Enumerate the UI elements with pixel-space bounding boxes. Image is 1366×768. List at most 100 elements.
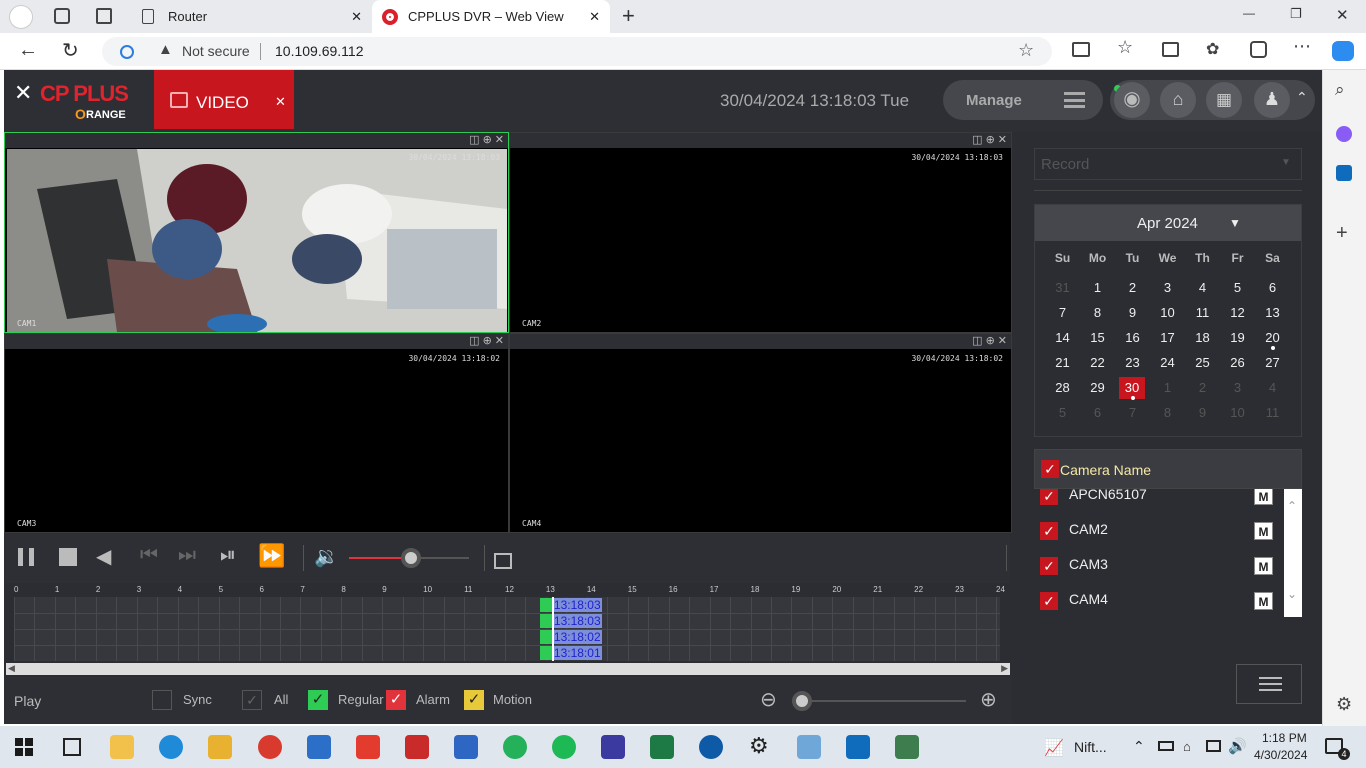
list-view-button[interactable] <box>1236 664 1302 704</box>
chrome-icon[interactable] <box>258 735 282 759</box>
close-tab-icon[interactable]: ✕ <box>589 9 600 25</box>
tab-router[interactable]: Router ✕ <box>130 0 370 33</box>
spotify-icon[interactable] <box>552 735 576 759</box>
user-icon[interactable]: ♟ <box>1254 82 1290 118</box>
url-field[interactable]: ▲ Not secure 10.109.69.112 ☆ <box>102 37 1052 66</box>
close-icon[interactable]: ✕ <box>495 134 504 146</box>
zoom-icon[interactable]: ⊕ <box>986 134 995 146</box>
search-icon[interactable]: ⌕ <box>1335 80 1345 100</box>
excel-icon[interactable] <box>650 735 674 759</box>
calendar-day[interactable]: 1 <box>1150 377 1185 399</box>
network-icon[interactable] <box>1206 740 1221 752</box>
snapshot-icon[interactable]: ◫ <box>469 134 479 146</box>
calendar-day[interactable]: 5 <box>1220 277 1255 299</box>
stock-widget-label[interactable]: Nift... <box>1074 739 1107 755</box>
close-tab-icon[interactable]: ✕ <box>351 9 362 25</box>
main-stream-button[interactable]: M <box>1254 557 1273 575</box>
calendar-day[interactable]: 12 <box>1220 302 1255 324</box>
all-checkbox[interactable]: ✓ <box>242 690 262 710</box>
time-marker[interactable]: 13:18:02 <box>552 630 602 644</box>
scroll-up-icon[interactable]: ⌃ <box>1287 499 1297 513</box>
volume-icon[interactable]: 🔉 <box>314 544 339 569</box>
next-frame-icon[interactable]: ⏭ <box>178 544 196 567</box>
alarm-checkbox[interactable]: ✓ <box>386 690 406 710</box>
zoom-icon[interactable]: ⊕ <box>986 335 995 347</box>
camera-checkbox[interactable]: ✓ <box>1040 522 1058 540</box>
camera-row[interactable]: ✓ APCN65107 M <box>1034 489 1284 514</box>
calendar-day[interactable]: 2 <box>1115 277 1150 299</box>
split-screen-icon[interactable] <box>1072 42 1090 57</box>
time-marker[interactable]: 13:18:01 <box>552 646 602 660</box>
calendar-day[interactable]: 16 <box>1115 327 1150 349</box>
extension-icon[interactable]: ✿ <box>1206 39 1219 59</box>
main-stream-button[interactable]: M <box>1254 489 1273 505</box>
timeline-scrollbar[interactable]: ◀ ▶ <box>6 663 1010 675</box>
calendar-day[interactable]: 5 <box>1045 402 1080 424</box>
camera-row[interactable]: ✓ CAM2 M <box>1034 514 1284 549</box>
calendar-day[interactable]: 31 <box>1045 277 1080 299</box>
slow-forward-icon[interactable]: ⏯ <box>220 544 236 567</box>
refresh-icon[interactable]: ↻ <box>62 38 79 63</box>
notes-icon[interactable] <box>797 735 821 759</box>
calendar-day[interactable]: 3 <box>1150 277 1185 299</box>
calendar-day[interactable]: 11 <box>1185 302 1220 324</box>
collections-icon[interactable] <box>1162 42 1179 57</box>
stock-widget-icon[interactable]: 📈 <box>1044 738 1064 758</box>
calendar-day[interactable]: 15 <box>1080 327 1115 349</box>
video-pane-cam2[interactable]: ◫ ⊕ ✕ 30/04/2024 13:18:03 CAM2 <box>509 132 1012 333</box>
calendar-day[interactable]: 1 <box>1080 277 1115 299</box>
calendar-day[interactable]: 26 <box>1220 352 1255 374</box>
previous-frame-icon[interactable]: ⏮ <box>140 544 158 567</box>
calendar-day[interactable]: 2 <box>1185 377 1220 399</box>
vpn-icon[interactable]: ⌂ <box>1183 739 1191 754</box>
close-icon[interactable]: ✕ <box>495 335 504 347</box>
timeline[interactable]: 0 1 2 3 4 5 6 7 8 9 10 11 12 13 14 15 16 17 18 19 20 21 22 23 24… <box>4 583 1012 677</box>
video-pane-cam4[interactable]: ◫ ⊕ ✕ 30/04/2024 13:18:02 CAM4 <box>509 333 1012 533</box>
tally-icon[interactable] <box>405 735 429 759</box>
volume-knob[interactable] <box>401 548 422 568</box>
calendar-day[interactable]: 28 <box>1045 377 1080 399</box>
calendar-day[interactable]: 25 <box>1185 352 1220 374</box>
preview-eye-icon[interactable]: ◉ <box>1114 82 1150 118</box>
fullscreen-icon[interactable] <box>494 553 512 569</box>
calendar-day[interactable]: 10 <box>1220 402 1255 424</box>
volume-slider[interactable] <box>349 548 469 568</box>
document-icon[interactable] <box>895 735 919 759</box>
warning-icon[interactable]: ▲ <box>158 41 173 58</box>
calendar-day[interactable]: 11 <box>1255 402 1290 424</box>
edge-icon[interactable] <box>159 735 183 759</box>
calendar-day[interactable]: 6 <box>1080 402 1115 424</box>
calendar-day[interactable]: 9 <box>1185 402 1220 424</box>
calendar-day[interactable]: 19 <box>1220 327 1255 349</box>
news-icon[interactable] <box>454 735 478 759</box>
close-icon[interactable]: ✕ <box>998 335 1007 347</box>
home-icon[interactable]: ⌂ <box>1160 82 1196 118</box>
calendar-day[interactable]: 8 <box>1150 402 1185 424</box>
new-tab-button[interactable]: + <box>622 3 635 29</box>
main-stream-button[interactable]: M <box>1254 592 1273 610</box>
teamviewer-icon[interactable] <box>699 735 723 759</box>
camera-checkbox[interactable]: ✓ <box>1040 489 1058 505</box>
timeline-grid[interactable]: 13:18:03 13:18:03 13:18:02 13:18:01 <box>14 597 1000 661</box>
stop-icon[interactable] <box>59 548 77 566</box>
tab-cpplus[interactable]: CPPLUS DVR – Web View ✕ <box>372 0 610 33</box>
outlook-icon[interactable] <box>1336 165 1352 181</box>
camera-checkbox[interactable]: ✓ <box>1040 557 1058 575</box>
calendar-day[interactable]: 8 <box>1080 302 1115 324</box>
calendar-day[interactable]: 7 <box>1115 402 1150 424</box>
zoom-icon[interactable]: ⊕ <box>483 134 492 146</box>
maximize-button[interactable]: ❐ <box>1290 6 1302 22</box>
zoom-icon[interactable]: ⊕ <box>483 335 492 347</box>
zoom-knob[interactable] <box>792 691 812 711</box>
browser-essentials-icon[interactable] <box>1250 41 1267 58</box>
settings-taskbar-icon[interactable]: ⚙ <box>749 733 769 759</box>
camera-row[interactable]: ✓ CAM4 M <box>1034 584 1284 617</box>
time-marker[interactable]: 13:18:03 <box>552 598 602 612</box>
favorite-star-icon[interactable]: ☆ <box>1018 40 1034 61</box>
workspaces-icon[interactable] <box>54 8 70 24</box>
close-window-button[interactable]: ✕ <box>1336 6 1349 24</box>
zoom-in-icon[interactable]: ⊕ <box>980 687 997 712</box>
camera-row[interactable]: ✓ CAM3 M <box>1034 549 1284 584</box>
favorites-icon[interactable]: ☆ <box>1117 37 1133 58</box>
manage-button[interactable]: Manage <box>943 80 1103 120</box>
